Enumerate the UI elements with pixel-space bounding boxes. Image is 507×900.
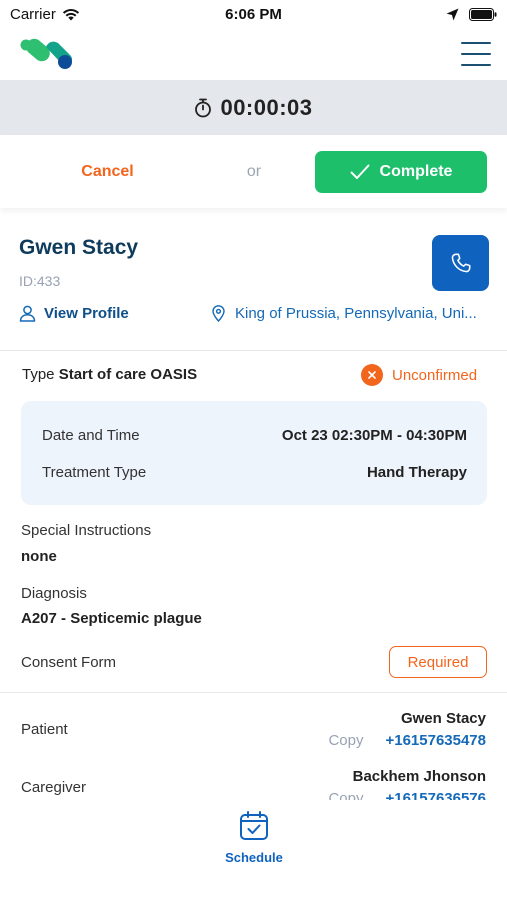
contact-phone-row-patient: Copy +16157635478	[328, 732, 486, 749]
date-time-label: Date and Time	[42, 427, 140, 444]
contact-role-patient: Patient	[21, 721, 68, 738]
phone-link-patient[interactable]: +16157635478	[385, 732, 486, 749]
treatment-type-row: Treatment Type Hand Therapy	[42, 464, 467, 481]
call-button[interactable]	[432, 235, 489, 291]
timer-value: 00:00:03	[220, 94, 313, 120]
nav-schedule-label: Schedule	[225, 850, 283, 865]
hamburger-menu-icon[interactable]	[461, 42, 491, 66]
contact-name-caregiver: Backhem Jhonson	[352, 768, 486, 785]
calendar-check-icon	[240, 811, 268, 840]
consent-required-button[interactable]: Required	[389, 646, 487, 678]
visit-type-value: Start of care OASIS	[58, 366, 198, 383]
wifi-icon	[62, 8, 79, 20]
patient-name: Gwen Stacy	[19, 236, 139, 259]
contact-role-caregiver: Caregiver	[21, 779, 87, 796]
patient-location-link[interactable]: King of Prussia, Pennsylvania, Uni...	[212, 305, 497, 322]
or-separator: or	[246, 162, 262, 180]
copy-button[interactable]: Copy	[328, 732, 363, 749]
bottom-nav: Schedule	[0, 800, 507, 900]
appointment-info-card: Date and Time Oct 23 02:30PM - 04:30PM T…	[21, 401, 487, 505]
diagnosis-value: A207 - Septicemic plague	[21, 610, 202, 627]
view-profile-link[interactable]: View Profile	[19, 305, 129, 322]
date-time-row: Date and Time Oct 23 02:30PM - 04:30PM	[42, 427, 467, 444]
special-instructions-label: Special Instructions	[21, 522, 152, 539]
status-badge: Unconfirmed	[361, 364, 477, 386]
close-circle-icon	[361, 364, 383, 386]
location-arrow-icon	[446, 8, 459, 20]
view-profile-label: View Profile	[44, 305, 129, 322]
visit-timer: 00:00:03	[0, 80, 507, 135]
date-time-value: Oct 23 02:30PM - 04:30PM	[281, 427, 467, 444]
complete-button[interactable]: Complete	[315, 151, 487, 193]
checkmark-icon	[350, 164, 370, 179]
stopwatch-icon	[195, 98, 212, 117]
user-icon	[19, 305, 36, 322]
treatment-type-label: Treatment Type	[42, 464, 147, 481]
battery-icon	[469, 7, 497, 21]
app-logo[interactable]	[18, 37, 74, 71]
contact-name-patient: Gwen Stacy	[400, 710, 486, 727]
map-pin-icon	[212, 305, 225, 322]
patient-id: ID:433	[19, 273, 61, 289]
phone-icon	[451, 253, 470, 273]
visit-type-label: Type	[22, 366, 55, 383]
complete-button-label: Complete	[379, 163, 453, 180]
status-text: Unconfirmed	[392, 366, 478, 384]
section-divider	[0, 350, 507, 351]
app-header	[0, 28, 507, 80]
patient-location: King of Prussia, Pennsylvania, Uni...	[235, 305, 477, 322]
treatment-type-value: Hand Therapy	[366, 464, 467, 481]
section-divider	[0, 692, 507, 693]
special-instructions-value: none	[21, 548, 57, 565]
status-bar: Carrier 6:06 PM	[0, 0, 507, 28]
diagnosis-label: Diagnosis	[21, 585, 87, 602]
consent-form-label: Consent Form	[21, 654, 117, 671]
nav-schedule[interactable]: Schedule	[214, 810, 294, 865]
visit-type: Type Start of care OASIS	[22, 366, 197, 383]
cancel-button[interactable]: Cancel	[60, 163, 155, 181]
carrier-label: Carrier	[10, 5, 56, 23]
visit-action-bar: Cancel or Complete	[0, 135, 507, 208]
